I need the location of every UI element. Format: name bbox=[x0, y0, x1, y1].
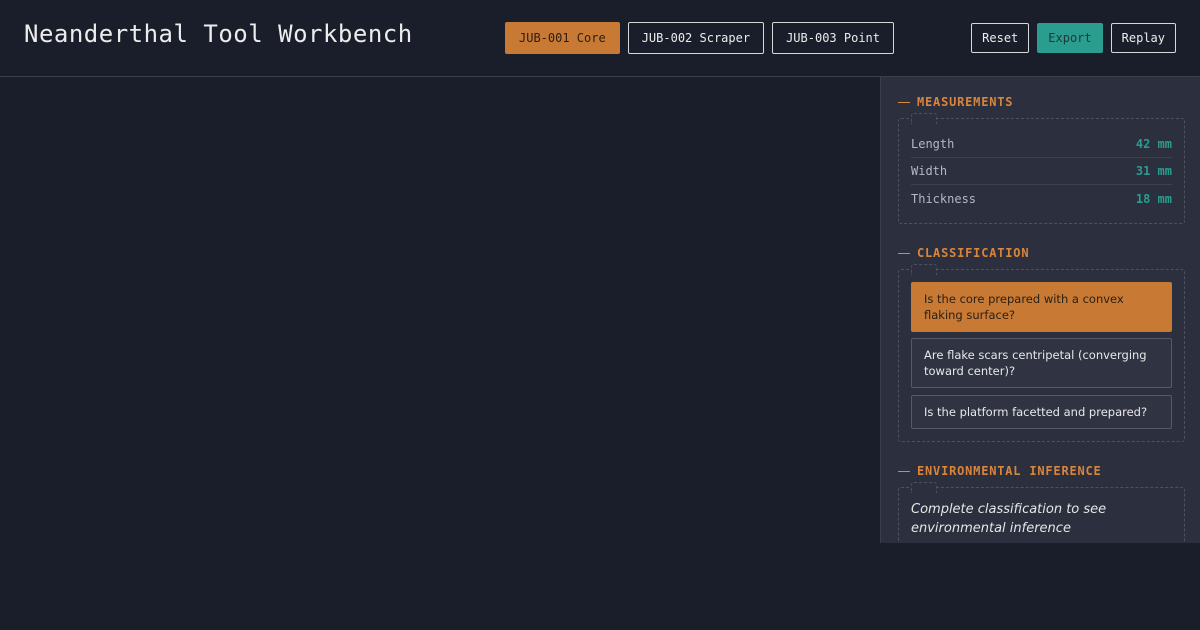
environment-placeholder: Complete classification to see environme… bbox=[911, 502, 1107, 536]
classification-heading-label: CLASSIFICATION bbox=[917, 246, 1030, 260]
measurement-row-thickness: Thickness 18 mm bbox=[911, 185, 1172, 212]
workbench-canvas[interactable] bbox=[0, 77, 880, 630]
classification-heading: CLASSIFICATION bbox=[898, 246, 1029, 260]
environment-heading: ENVIRONMENTAL INFERENCE bbox=[898, 464, 1102, 478]
tab-jub-002-scraper[interactable]: JUB-002 Scraper bbox=[627, 22, 765, 54]
heading-dash bbox=[898, 101, 910, 103]
classification-question-3[interactable]: Is the platform facetted and prepared? bbox=[911, 395, 1172, 429]
heading-dash bbox=[898, 252, 910, 254]
measurement-label: Width bbox=[911, 164, 948, 178]
measurement-row-width: Width 31 mm bbox=[911, 158, 1172, 185]
app-header: Neanderthal Tool Workbench JUB-001 Core … bbox=[0, 0, 1200, 77]
measurement-value: 31 mm bbox=[1135, 164, 1172, 178]
tab-jub-003-point[interactable]: JUB-003 Point bbox=[772, 22, 894, 54]
export-button[interactable]: Export bbox=[1037, 23, 1103, 53]
box-notch bbox=[911, 113, 937, 124]
measurement-label: Thickness bbox=[911, 191, 977, 206]
measurement-value: 42 mm bbox=[1135, 137, 1172, 151]
reset-button[interactable]: Reset bbox=[971, 23, 1030, 53]
classification-box: Is the core prepared with a convex flaki… bbox=[898, 264, 1185, 442]
classification-question-2[interactable]: Are flake scars centripetal (converging … bbox=[911, 338, 1172, 388]
environment-box: Complete classification to see environme… bbox=[898, 482, 1185, 543]
measurement-value: 18 mm bbox=[1135, 191, 1172, 206]
tab-jub-001-core[interactable]: JUB-001 Core bbox=[505, 22, 620, 54]
replay-button[interactable]: Replay bbox=[1110, 23, 1176, 53]
heading-dash bbox=[898, 470, 910, 472]
measurement-label: Length bbox=[911, 137, 955, 151]
app-title: Neanderthal Tool Workbench bbox=[24, 20, 413, 48]
side-panel: MEASUREMENTS Length 42 mm Width 31 mm Th… bbox=[880, 77, 1200, 543]
measurements-box: Length 42 mm Width 31 mm Thickness 18 mm bbox=[898, 113, 1185, 224]
measurement-row-length: Length 42 mm bbox=[911, 131, 1172, 158]
box-notch bbox=[911, 264, 937, 275]
box-notch bbox=[911, 482, 937, 493]
specimen-tabs: JUB-001 Core JUB-002 Scraper JUB-003 Poi… bbox=[505, 22, 894, 54]
measurements-heading: MEASUREMENTS bbox=[898, 95, 1013, 109]
classification-question-1[interactable]: Is the core prepared with a convex flaki… bbox=[911, 282, 1172, 332]
measurements-heading-label: MEASUREMENTS bbox=[917, 95, 1014, 109]
header-actions: Reset Export Replay bbox=[971, 23, 1176, 53]
environment-heading-label: ENVIRONMENTAL INFERENCE bbox=[917, 464, 1102, 478]
